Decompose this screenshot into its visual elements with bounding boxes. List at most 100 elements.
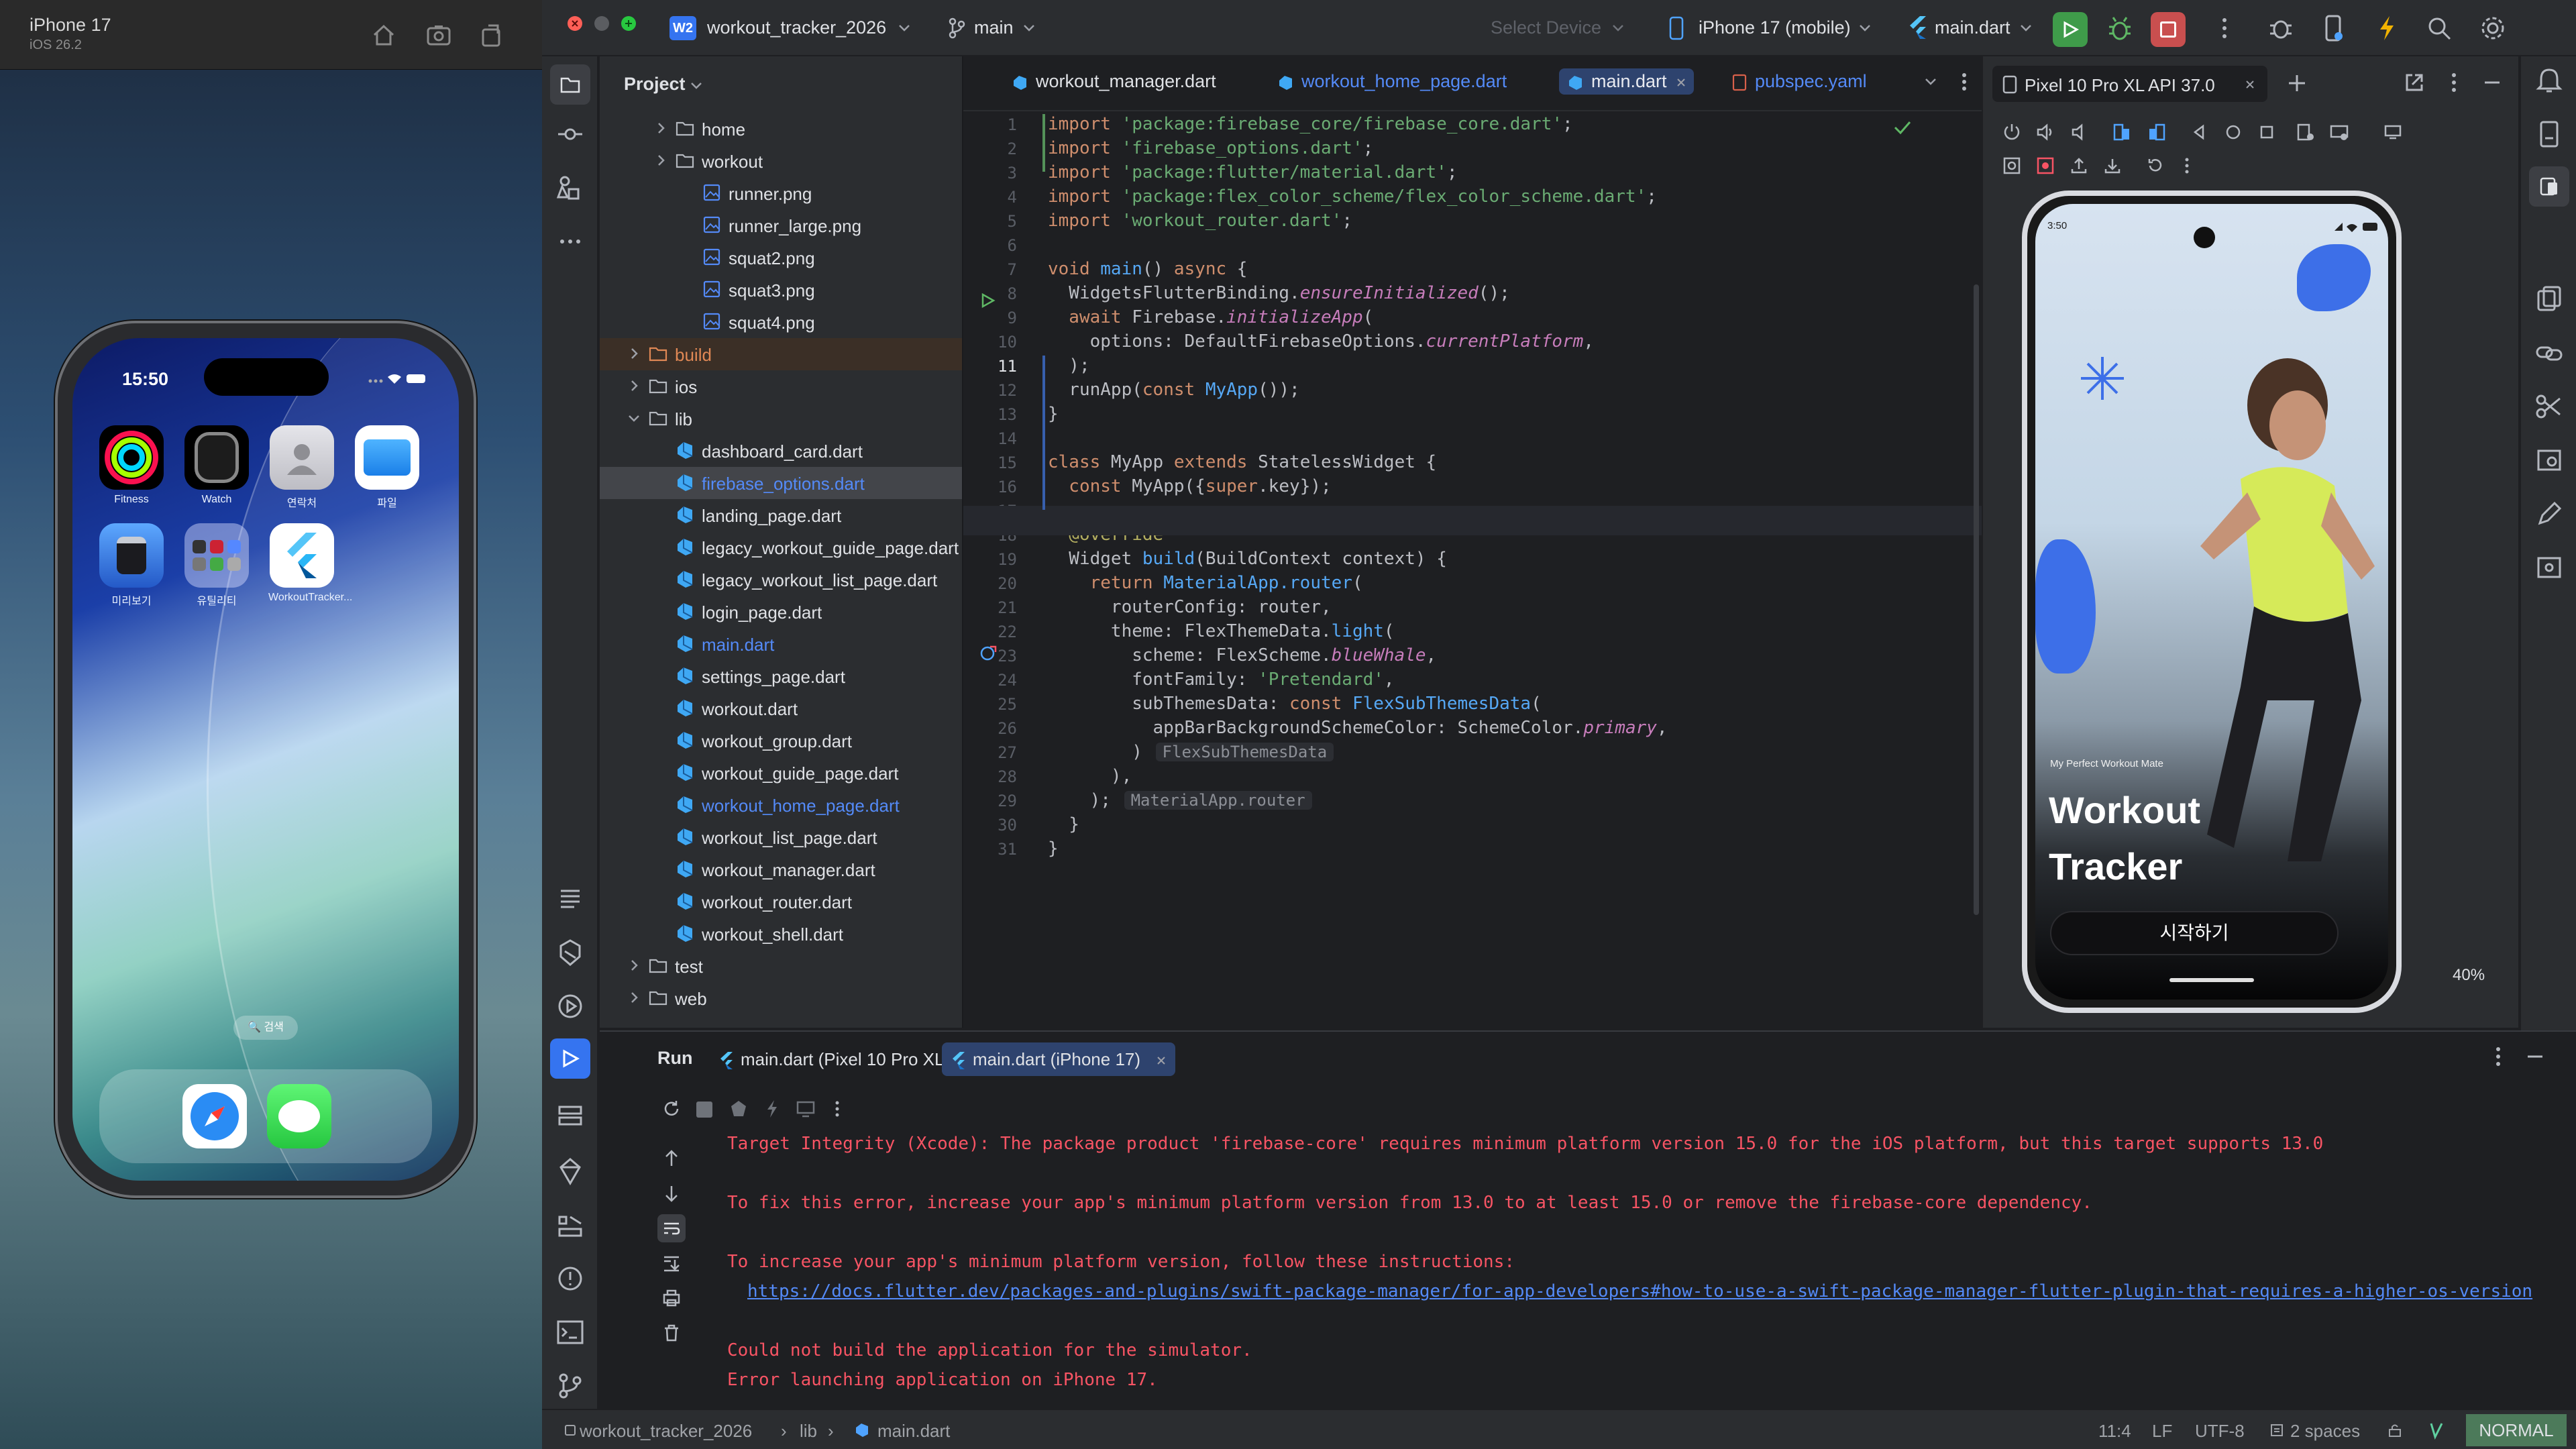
debug-icon[interactable] [2105,13,2135,43]
device-dropdown[interactable]: iPhone 17 (mobile) [1699,17,1851,38]
upload-icon[interactable] [2069,156,2089,176]
terminal-icon[interactable] [555,1318,585,1347]
app-contacts[interactable]: 연락처 [268,425,335,510]
editor-tab[interactable]: workout_manager.dart [1012,71,1216,92]
more-vertical-icon[interactable] [1956,71,1972,93]
tree-item[interactable]: squat4.png [600,306,1002,338]
tree-item[interactable]: login_page.dart [600,596,1002,628]
reset-icon[interactable] [2145,156,2165,176]
caret-position[interactable]: 11:4 [2098,1421,2131,1442]
ideavim-icon[interactable] [2428,1421,2445,1440]
tree-item[interactable]: landing_page.dart [600,499,1002,531]
device-file-explorer-icon[interactable] [2534,119,2564,149]
rerun-icon[interactable] [661,1099,682,1119]
screenshot-icon[interactable] [2296,122,2316,142]
tree-item[interactable]: squat3.png [600,274,1002,306]
layers-icon[interactable] [555,1102,585,1131]
plugins-icon[interactable] [2266,13,2296,43]
emulator-icon[interactable] [2534,284,2564,314]
chevron-down-icon[interactable] [1924,76,1937,87]
run-tab[interactable]: main.dart (iPhone 17) [942,1042,1176,1076]
tree-item[interactable]: lib [600,402,1002,435]
pixel-device-screen[interactable]: 3:50 My Perfect Workout Mate Workout Tra… [2035,204,2388,1000]
commit-icon[interactable] [555,119,585,149]
run-config-dropdown[interactable]: main.dart [1935,17,2010,38]
trash-icon[interactable] [661,1323,682,1343]
tree-item[interactable]: runner_large.png [600,209,1002,241]
tree-item[interactable]: workout_home_page.dart [600,789,1002,821]
tree-item[interactable]: firebase_options.dart [600,467,1002,499]
stop-recording-icon[interactable] [2035,156,2055,176]
app-inspection-icon[interactable] [555,1210,585,1240]
select-device-dropdown[interactable]: Select Device [1491,17,1601,38]
rotate-left-icon[interactable] [2112,122,2132,142]
tree-item[interactable]: dashboard_card.dart [600,435,1002,467]
vim-mode-indicator[interactable]: NORMAL [2466,1414,2567,1446]
more-vertical-icon[interactable] [829,1099,845,1119]
soft-wrap-button[interactable] [657,1214,686,1242]
arrow-down-icon[interactable] [661,1183,682,1203]
project-name-dropdown[interactable]: workout_tracker_2026 [707,17,886,38]
chevron-right-icon[interactable] [627,378,641,393]
safari-icon[interactable] [182,1084,247,1148]
tree-item[interactable]: workout [600,145,1002,177]
tree-item[interactable]: test [600,950,1002,982]
arrow-up-icon[interactable] [661,1148,682,1169]
spotlight-search-button[interactable]: 🔍 검색 [233,1016,298,1040]
tree-item[interactable]: workout.dart [600,692,1002,724]
stop-button[interactable] [2151,12,2186,47]
editor-tab[interactable]: pubspec.yaml [1731,71,1867,92]
tree-item[interactable]: workout_guide_page.dart [600,757,1002,789]
download-icon[interactable] [2102,156,2123,176]
screenshot-icon[interactable] [425,21,452,48]
home-button-icon[interactable] [2223,122,2243,142]
chevron-right-icon[interactable] [627,990,641,1005]
overview-icon[interactable] [2257,122,2277,142]
app-workout-tracker[interactable]: WorkoutTracker... [268,523,352,604]
close-icon[interactable] [1676,78,1686,87]
app-preview[interactable]: 미리보기 [98,523,165,608]
hot-restart-icon[interactable] [729,1099,749,1119]
firebase-icon[interactable] [555,1157,585,1186]
tree-item[interactable]: workout_router.dart [600,885,1002,918]
back-icon[interactable] [2190,122,2210,142]
stop-icon[interactable] [696,1102,712,1118]
close-window-button[interactable] [568,16,582,31]
maximize-window-button[interactable] [621,16,636,31]
pencil-icon[interactable] [2534,499,2564,529]
run-panel-title[interactable]: Run [657,1048,692,1069]
more-horizontal-icon[interactable] [555,227,585,256]
file-encoding[interactable]: UTF-8 [2195,1421,2245,1442]
tree-item[interactable]: main.dart [600,628,1002,660]
running-devices-tool-button[interactable] [2529,166,2569,207]
editor-tab[interactable]: workout_home_page.dart [1277,71,1507,92]
minimize-window-button[interactable] [594,16,609,31]
chevron-right-icon[interactable] [627,346,641,361]
line-separator[interactable]: LF [2152,1421,2172,1442]
breadcrumb-file[interactable]: main.dart [877,1421,950,1442]
docs-link[interactable]: https://docs.flutter.dev/packages-and-pl… [747,1281,2532,1301]
settings-gear-icon[interactable] [2478,13,2508,43]
app-watch[interactable]: Watch [183,425,250,506]
project-tool-button[interactable] [550,64,590,105]
editor-tab[interactable]: main.dart [1559,68,1694,95]
structure-icon[interactable] [555,173,585,203]
search-icon[interactable] [2424,13,2454,43]
device-mirror-icon[interactable] [2383,122,2403,142]
todo-list-icon[interactable] [555,883,585,912]
more-vertical-icon[interactable] [2179,156,2195,176]
volume-down-icon[interactable] [2069,122,2089,142]
more-vertical-icon[interactable] [2210,13,2239,43]
app-files[interactable]: 파일 [354,425,421,510]
editor-scrollbar[interactable] [1974,284,1979,915]
indent-setting[interactable]: 2 spaces [2290,1421,2360,1442]
device-manager-icon[interactable] [2318,13,2348,43]
tree-item[interactable]: ios [600,370,1002,402]
docs-link-text[interactable]: https://docs.flutter.dev/packages-and-pl… [747,1281,2532,1301]
notifications-icon[interactable] [2534,66,2564,95]
breadcrumb-project[interactable]: workout_tracker_2026 [580,1421,752,1442]
minimize-panel-icon[interactable] [2481,71,2504,94]
more-vertical-icon[interactable] [2446,71,2462,94]
project-badge[interactable]: W2 [669,16,696,40]
chevron-right-icon[interactable] [653,121,668,136]
